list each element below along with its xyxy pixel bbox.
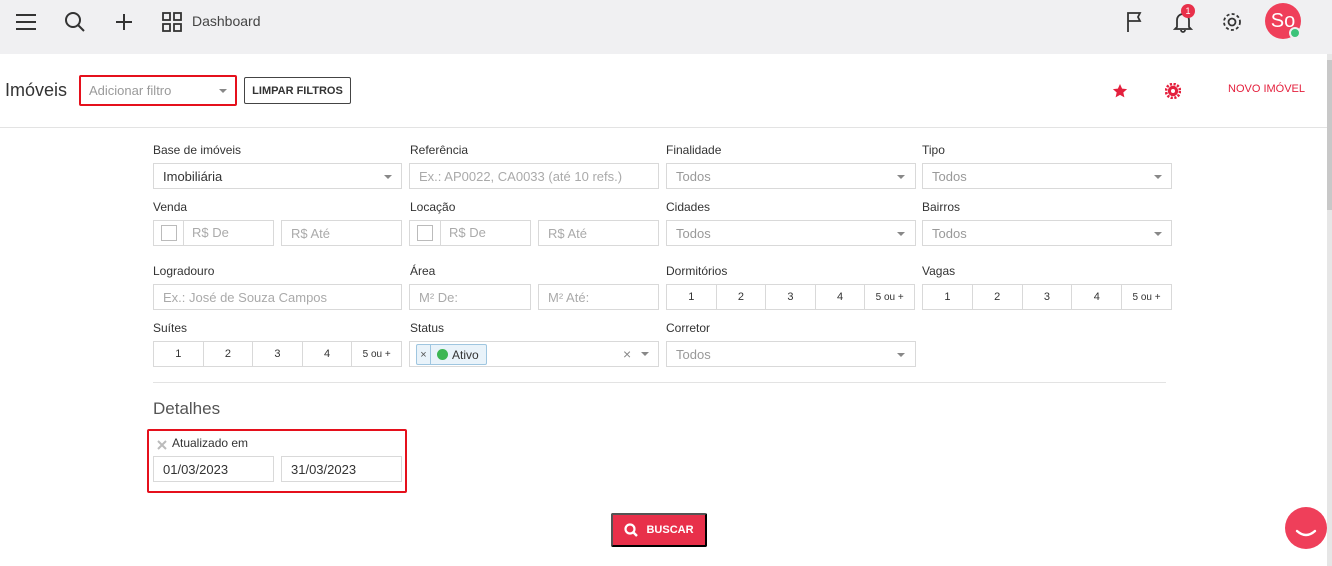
- online-status-dot: [1289, 27, 1301, 39]
- area-label: Área: [410, 264, 436, 278]
- vagas-option[interactable]: 3: [1023, 285, 1073, 309]
- search-button[interactable]: BUSCAR: [611, 513, 707, 547]
- tipo-select[interactable]: Todos: [922, 163, 1172, 189]
- vagas-label: Vagas: [922, 264, 956, 278]
- suites-option[interactable]: 5 ou +: [352, 342, 401, 366]
- dashboard-link[interactable]: Dashboard: [192, 13, 261, 29]
- section-divider: [153, 382, 1166, 383]
- status-tag: × Ativo: [416, 344, 487, 365]
- dormitorios-label: Dormitórios: [666, 264, 728, 278]
- new-property-link[interactable]: NOVO IMÓVEL: [1228, 83, 1305, 95]
- finalidade-label: Finalidade: [666, 143, 722, 157]
- suites-selector: 1 2 3 4 5 ou +: [153, 341, 402, 367]
- suites-option[interactable]: 2: [204, 342, 254, 366]
- suites-option[interactable]: 4: [303, 342, 353, 366]
- settings-gear-icon[interactable]: [1164, 82, 1182, 104]
- status-tag-label: Ativo: [452, 347, 479, 362]
- divider: [183, 221, 184, 245]
- dormitorios-selector: 1 2 3 4 5 ou +: [666, 284, 915, 310]
- flag-icon[interactable]: [1121, 8, 1149, 36]
- chevron-down-icon: [897, 232, 905, 236]
- grid-icon[interactable]: [158, 8, 186, 36]
- bairros-label: Bairros: [922, 200, 961, 214]
- suites-label: Suítes: [153, 321, 188, 335]
- bairros-select[interactable]: Todos: [922, 220, 1172, 246]
- locacao-label: Locação: [410, 200, 456, 214]
- area-from-input[interactable]: M² De:: [409, 284, 531, 310]
- divider: [440, 221, 441, 245]
- chevron-down-icon: [384, 175, 392, 179]
- chevron-down-icon: [1154, 175, 1162, 179]
- logradouro-label: Logradouro: [153, 264, 215, 278]
- status-label: Status: [410, 321, 445, 335]
- logradouro-input[interactable]: Ex.: José de Souza Campos: [153, 284, 402, 310]
- venda-label: Venda: [153, 200, 188, 214]
- tag-remove-icon[interactable]: ×: [417, 345, 431, 364]
- vagas-option[interactable]: 5 ou +: [1122, 285, 1171, 309]
- venda-checkbox[interactable]: [161, 225, 177, 241]
- star-icon[interactable]: [1112, 83, 1128, 104]
- clear-status-icon[interactable]: ×: [623, 346, 631, 362]
- vagas-option[interactable]: 4: [1072, 285, 1123, 309]
- suites-option[interactable]: 3: [253, 342, 303, 366]
- details-heading: Detalhes: [153, 399, 221, 418]
- cidades-select[interactable]: Todos: [666, 220, 916, 246]
- dormitorios-option[interactable]: 2: [717, 285, 767, 309]
- search-icon[interactable]: [61, 8, 89, 36]
- dormitorios-option[interactable]: 4: [816, 285, 866, 309]
- scrollbar-thumb[interactable]: [1327, 60, 1332, 210]
- vagas-selector: 1 2 3 4 5 ou +: [922, 284, 1172, 310]
- corretor-label: Corretor: [666, 321, 711, 335]
- chat-icon[interactable]: [1285, 507, 1327, 549]
- dormitorios-option[interactable]: 5 ou +: [865, 285, 914, 309]
- locacao-to-input[interactable]: R$ Até: [538, 220, 659, 246]
- chevron-down-icon: [897, 175, 905, 179]
- tipo-label: Tipo: [922, 143, 945, 157]
- status-dot: [437, 349, 448, 360]
- corretor-select[interactable]: Todos: [666, 341, 916, 367]
- chevron-down-icon: [641, 352, 649, 356]
- chevron-down-icon: [1154, 232, 1162, 236]
- hamburger-menu-icon[interactable]: [12, 8, 40, 36]
- notification-badge: 1: [1181, 4, 1195, 18]
- vagas-option[interactable]: 1: [923, 285, 973, 309]
- dormitorios-option[interactable]: 3: [766, 285, 816, 309]
- highlight-box: [79, 75, 237, 106]
- clear-filters-button[interactable]: LIMPAR FILTROS: [244, 77, 351, 104]
- referencia-input[interactable]: Ex.: AP0022, CA0033 (até 10 refs.): [409, 163, 659, 189]
- finalidade-select[interactable]: Todos: [666, 163, 916, 189]
- locacao-checkbox[interactable]: [417, 225, 433, 241]
- plus-icon[interactable]: [110, 8, 138, 36]
- vagas-option[interactable]: 2: [973, 285, 1023, 309]
- locacao-from-input[interactable]: R$ De: [449, 225, 486, 240]
- highlight-box: [147, 429, 407, 493]
- base-select[interactable]: Imobiliária: [153, 163, 402, 189]
- cidades-label: Cidades: [666, 200, 711, 214]
- referencia-label: Referência: [410, 143, 469, 157]
- venda-to-input[interactable]: R$ Até: [281, 220, 402, 246]
- area-to-input[interactable]: M² Até:: [538, 284, 659, 310]
- gear-icon[interactable]: [1218, 8, 1246, 36]
- search-icon: [624, 523, 639, 537]
- venda-from-input[interactable]: R$ De: [192, 225, 229, 240]
- dormitorios-option[interactable]: 1: [667, 285, 717, 309]
- base-label: Base de imóveis: [153, 143, 242, 157]
- suites-option[interactable]: 1: [154, 342, 204, 366]
- chevron-down-icon: [897, 353, 905, 357]
- page-title: Imóveis: [5, 80, 68, 100]
- search-button-label: BUSCAR: [646, 524, 694, 536]
